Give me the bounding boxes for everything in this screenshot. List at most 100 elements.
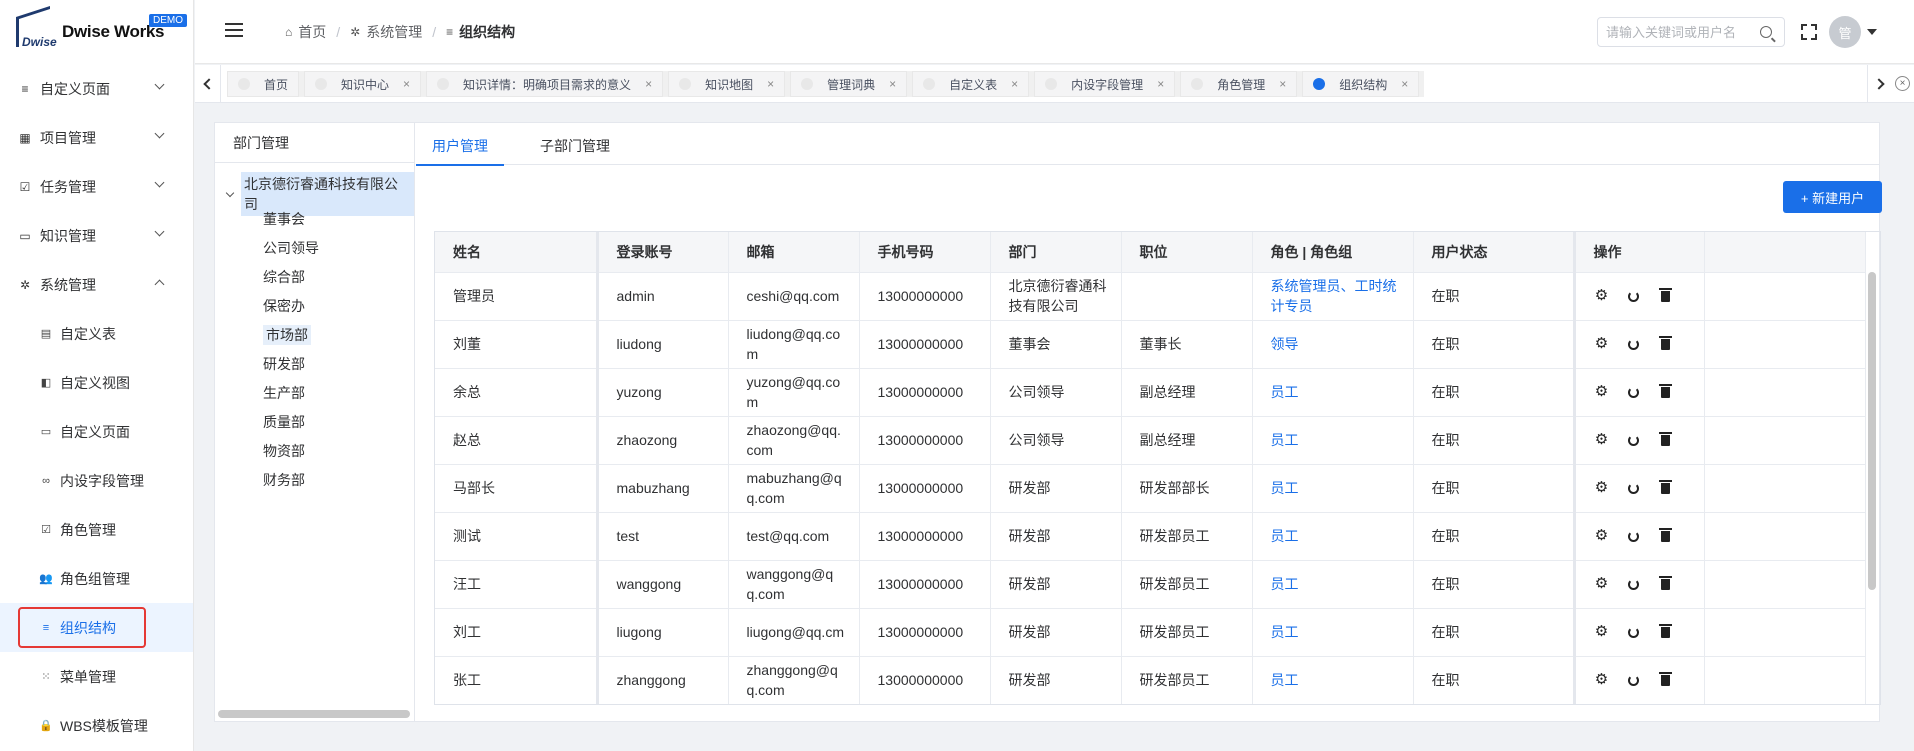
tree-root-node[interactable]: 北京德衍睿通科技有限公司 [215,172,414,216]
role-link[interactable]: 员工 [1252,368,1414,417]
close-icon[interactable]: × [645,77,652,91]
tree-node[interactable]: 研发部 [215,350,414,379]
gear-icon[interactable]: ⚙ [1594,624,1610,640]
sidebar-item-4[interactable]: ✲ 系统管理 [0,260,193,309]
tabs-scroll-left-button[interactable] [195,65,221,103]
row-actions: ⚙ [1594,287,1690,304]
role-link[interactable]: 系统管理员、工时统计专员 [1252,272,1414,321]
tree-node[interactable]: 综合部 [215,263,414,292]
close-icon[interactable]: × [1401,77,1408,91]
grid-icon: ▦ [19,130,31,145]
gear-icon[interactable]: ⚙ [1594,528,1610,544]
gear-icon[interactable]: ⚙ [1594,576,1610,592]
tab-3[interactable]: 知识地图 × [668,71,786,97]
sidebar-subitem-5[interactable]: 👥 角色组管理 [0,554,193,603]
refresh-icon[interactable] [1626,528,1642,544]
close-all-tabs-icon[interactable]: × [1895,76,1910,91]
avatar[interactable]: 管 [1829,16,1861,48]
gear-icon[interactable]: ⚙ [1594,384,1610,400]
close-icon[interactable]: × [767,77,774,91]
sidebar-item-0[interactable]: ≡ 自定义页面 [0,64,193,113]
role-link[interactable]: 领导 [1252,320,1414,369]
tab-1[interactable]: 知识中心 × [304,71,422,97]
sidebar-subitem-2[interactable]: ▭ 自定义页面 [0,407,193,456]
fullscreen-icon[interactable] [1801,24,1817,40]
role-link[interactable]: 员工 [1252,464,1414,513]
close-icon[interactable]: × [1157,77,1164,91]
chevron-down-icon[interactable] [225,188,235,197]
sidebar-subitem-7[interactable]: ⁙ 菜单管理 [0,652,193,701]
logo[interactable]: Dwise Dwise Works DEMO [0,0,193,64]
new-user-button[interactable]: + 新建用户 [1783,181,1882,213]
trash-icon[interactable] [1658,431,1674,448]
refresh-icon[interactable] [1626,288,1642,304]
sidebar-item-1[interactable]: ▦ 项目管理 [0,113,193,162]
tree-node[interactable]: 质量部 [215,408,414,437]
sidebar-subitem-label: 自定义视图 [60,374,130,391]
breadcrumb-item[interactable]: 首页 [298,22,326,42]
gear-icon[interactable]: ⚙ [1594,672,1610,688]
trash-icon[interactable] [1658,527,1674,544]
chevron-down-icon[interactable] [1867,29,1877,35]
tree-node[interactable]: 生产部 [215,379,414,408]
tree-node[interactable]: 物资部 [215,437,414,466]
refresh-icon[interactable] [1626,336,1642,352]
trash-icon[interactable] [1658,383,1674,400]
role-link[interactable]: 员工 [1252,656,1414,704]
trash-shape [1659,575,1672,590]
refresh-icon[interactable] [1626,384,1642,400]
sidebar-item-2[interactable]: ☑ 任务管理 [0,162,193,211]
close-icon[interactable]: × [889,77,896,91]
gear-icon[interactable]: ⚙ [1594,288,1610,304]
gear-icon[interactable]: ⚙ [1594,480,1610,496]
table-cell: 13000000000 [859,464,991,513]
tab-7[interactable]: 角色管理 × [1180,71,1298,97]
refresh-icon[interactable] [1626,576,1642,592]
role-link[interactable]: 员工 [1252,512,1414,561]
sidebar-item-3[interactable]: ▭ 知识管理 [0,211,193,260]
refresh-icon[interactable] [1626,624,1642,640]
content-tab-1[interactable]: 子部门管理 [538,123,612,165]
tabs-scroll-right-button[interactable] [1867,65,1893,103]
tab-2[interactable]: 知识详情：明确项目需求的意义 × [426,71,664,97]
tree-node[interactable]: 财务部 [215,466,414,495]
role-link[interactable]: 员工 [1252,416,1414,465]
close-icon[interactable]: × [1011,77,1018,91]
refresh-icon[interactable] [1626,480,1642,496]
breadcrumb-item[interactable]: 系统管理 [366,22,422,42]
search-icon[interactable] [1760,26,1772,38]
trash-icon[interactable] [1658,623,1674,640]
hamburger-menu-icon[interactable] [225,23,243,37]
sidebar-subitem-1[interactable]: ◧ 自定义视图 [0,358,193,407]
role-link[interactable]: 员工 [1252,608,1414,657]
trash-icon[interactable] [1658,671,1674,688]
horizontal-scrollbar[interactable] [218,710,410,718]
tree-node[interactable]: 保密办 [215,292,414,321]
trash-icon[interactable] [1658,335,1674,352]
gear-icon[interactable]: ⚙ [1594,336,1610,352]
sidebar-subitem-3[interactable]: ∞ 内设字段管理 [0,456,193,505]
sidebar-subitem-6[interactable]: ≡ 组织结构 [0,603,193,652]
sidebar-subitem-4[interactable]: ☑ 角色管理 [0,505,193,554]
search-input[interactable] [1606,24,1756,40]
gear-icon[interactable]: ⚙ [1594,432,1610,448]
close-icon[interactable]: × [403,77,410,91]
sidebar-subitem-0[interactable]: ▤ 自定义表 [0,309,193,358]
trash-icon[interactable] [1658,479,1674,496]
role-link[interactable]: 员工 [1252,560,1414,609]
tab-4[interactable]: 管理词典 × [790,71,908,97]
tree-node[interactable]: 市场部 [215,321,414,350]
vertical-scrollbar[interactable] [1868,272,1876,590]
trash-icon[interactable] [1658,287,1674,304]
sidebar-subitem-8[interactable]: 🔒 WBS模板管理 [0,701,193,750]
trash-icon[interactable] [1658,575,1674,592]
tab-6[interactable]: 内设字段管理 × [1034,71,1176,97]
close-icon[interactable]: × [1279,77,1286,91]
refresh-icon[interactable] [1626,672,1642,688]
refresh-icon[interactable] [1626,432,1642,448]
tab-0[interactable]: 首页 [227,71,300,97]
content-tab-0[interactable]: 用户管理 [416,123,504,166]
tab-8[interactable]: 组织结构 × [1302,71,1420,97]
tree-node[interactable]: 公司领导 [215,234,414,263]
tab-5[interactable]: 自定义表 × [912,71,1030,97]
